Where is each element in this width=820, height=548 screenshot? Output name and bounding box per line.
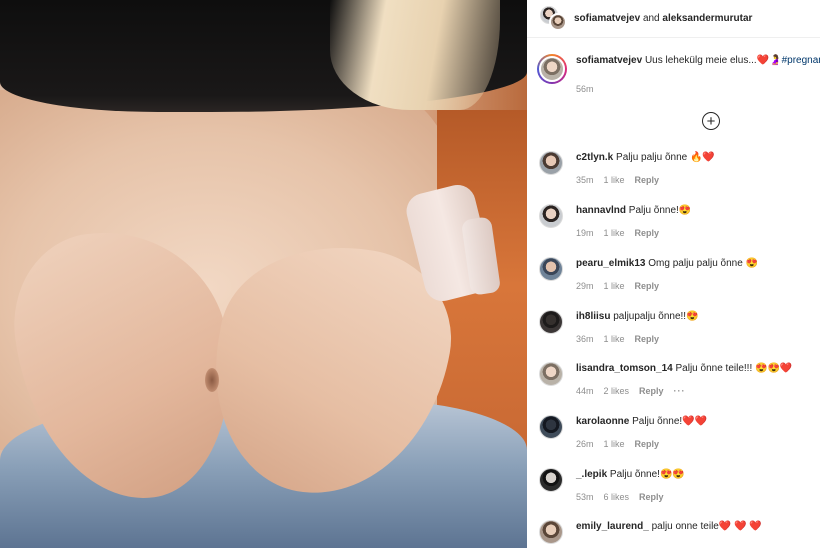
photo-hair	[330, 0, 500, 110]
comment-time[interactable]: 53m	[576, 492, 594, 502]
header-joiner: and	[642, 13, 660, 24]
comment-likes[interactable]: 1 like	[604, 439, 625, 449]
comment-text: Palju palju õnne 🔥❤️	[616, 152, 715, 163]
comments-panel: sofiamatvejev and aleksandermurutar sofi…	[527, 0, 820, 548]
collab-avatars[interactable]	[540, 5, 570, 32]
list-item: hannavlnd Palju õnne!😍 19m 1 like Reply	[539, 204, 820, 238]
comment-text: Palju õnne!😍	[628, 205, 692, 216]
comment-likes[interactable]: 1 like	[604, 281, 625, 291]
avatar[interactable]	[539, 257, 563, 281]
comment-text: Palju õnne teile!!! 😍😍❤️	[675, 363, 793, 374]
comment-text: Omg palju palju õnne 😍	[648, 258, 759, 269]
comment-text: paljupalju õnne!!😍	[613, 311, 699, 322]
avatar[interactable]	[539, 520, 563, 544]
avatar[interactable]	[539, 151, 563, 175]
caption-text: sofiamatvejev Uus lehekülg meie elus...❤…	[576, 54, 820, 68]
collab-names: sofiamatvejev and aleksandermurutar	[574, 13, 752, 24]
comment-time[interactable]: 35m	[576, 175, 594, 185]
reply-button[interactable]: Reply	[635, 228, 660, 238]
caption-hashtag[interactable]: #pregnant	[782, 55, 820, 66]
comment-time[interactable]: 36m	[576, 334, 594, 344]
comment-likes[interactable]: 1 like	[604, 175, 625, 185]
reply-button[interactable]: Reply	[639, 386, 664, 396]
reply-button[interactable]: Reply	[639, 492, 664, 502]
post-photo[interactable]	[0, 0, 527, 548]
caption-body: Uus lehekülg meie elus...❤️🤰	[644, 55, 782, 66]
avatar[interactable]	[539, 204, 563, 228]
comment-username[interactable]: emily_laurend_	[576, 521, 649, 532]
comment-username[interactable]: ih8liisu	[576, 311, 610, 322]
more-options-icon[interactable]: ···	[674, 386, 686, 396]
list-item: karolaonne Palju õnne!❤️❤️ 26m 1 like Re…	[539, 415, 820, 449]
comment-time[interactable]: 19m	[576, 228, 594, 238]
list-item: emily_laurend_ palju onne teile❤️ ❤️ ❤️	[539, 520, 820, 544]
reply-button[interactable]: Reply	[635, 439, 660, 449]
comment-username[interactable]: c2tlyn.k	[576, 152, 613, 163]
comment-likes[interactable]: 1 like	[604, 228, 625, 238]
caption-time: 56m	[576, 84, 594, 94]
comment-username[interactable]: lisandra_tomson_14	[576, 363, 673, 374]
avatar[interactable]	[539, 415, 563, 439]
comment-username[interactable]: _.lepik	[576, 469, 607, 480]
header-username-2[interactable]: aleksandermurutar	[662, 13, 752, 24]
comment-likes[interactable]: 2 likes	[604, 386, 630, 396]
avatar[interactable]	[539, 56, 565, 82]
story-ring[interactable]	[537, 54, 567, 84]
plus-circle-icon[interactable]: +	[702, 112, 720, 130]
comment-likes[interactable]: 6 likes	[604, 492, 630, 502]
avatar[interactable]	[549, 12, 567, 31]
comment-text: Palju õnne!😍😍	[609, 469, 685, 480]
comment-time[interactable]: 44m	[576, 386, 594, 396]
avatar[interactable]	[539, 362, 563, 386]
comment-text: palju onne teile❤️ ❤️ ❤️	[651, 521, 762, 532]
list-item: c2tlyn.k Palju palju õnne 🔥❤️ 35m 1 like…	[539, 151, 820, 185]
reply-button[interactable]: Reply	[635, 334, 660, 344]
photo-navel	[205, 368, 219, 392]
caption-username[interactable]: sofiamatvejev	[576, 55, 642, 66]
header-username-1[interactable]: sofiamatvejev	[574, 13, 640, 24]
post-header: sofiamatvejev and aleksandermurutar	[527, 0, 820, 38]
comment-time[interactable]: 26m	[576, 439, 594, 449]
reply-button[interactable]: Reply	[635, 281, 660, 291]
avatar[interactable]	[539, 468, 563, 492]
list-item: lisandra_tomson_14 Palju õnne teile!!! 😍…	[539, 362, 820, 396]
comment-time[interactable]: 29m	[576, 281, 594, 291]
comment-username[interactable]: hannavlnd	[576, 205, 626, 216]
comment-likes[interactable]: 1 like	[604, 334, 625, 344]
list-item: pearu_elmik13 Omg palju palju õnne 😍 29m…	[539, 257, 820, 291]
comment-text: Palju õnne!❤️❤️	[632, 416, 708, 427]
reply-button[interactable]: Reply	[635, 175, 660, 185]
comment-username[interactable]: pearu_elmik13	[576, 258, 646, 269]
avatar[interactable]	[539, 310, 563, 334]
post-caption: sofiamatvejev Uus lehekülg meie elus...❤…	[537, 54, 820, 94]
list-item: _.lepik Palju õnne!😍😍 53m 6 likes Reply	[539, 468, 820, 502]
list-item: ih8liisu paljupalju õnne!!😍 36m 1 like R…	[539, 310, 820, 344]
comment-username[interactable]: karolaonne	[576, 416, 629, 427]
